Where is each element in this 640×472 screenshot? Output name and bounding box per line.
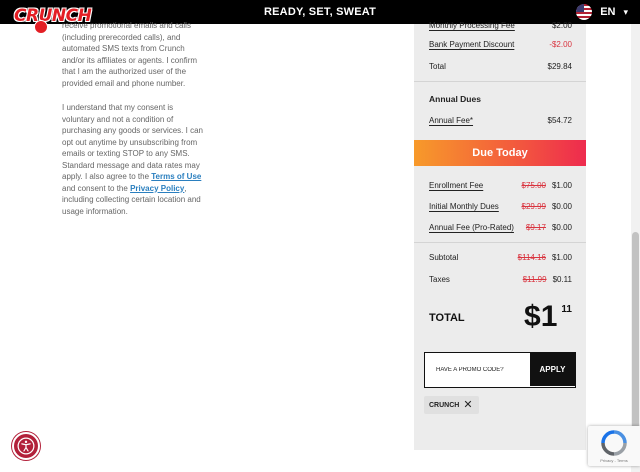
page-scrollbar-track[interactable] <box>631 24 640 472</box>
annual-fee-prorated-row: Annual Fee (Pro-Rated) $9.17 $0.00 <box>429 220 572 234</box>
enrollment-fee-row: Enrollment Fee $75.00 $1.00 <box>429 178 572 192</box>
chevron-down-icon: ▾ <box>623 6 628 17</box>
annual-fee-row: Annual Fee* $54.72 <box>429 113 572 127</box>
initial-monthly-dues-values: $29.99 $0.00 <box>522 202 573 211</box>
subtotal-value: $1.00 <box>551 252 572 262</box>
total-row: Total $29.84 <box>429 59 572 73</box>
monthly-processing-fee-row: Monthly Processing Fee $2.00 <box>429 18 572 32</box>
divider <box>414 81 586 82</box>
terms-of-use-link[interactable]: Terms of Use <box>151 172 201 181</box>
logo-text: CRUNCH <box>14 6 92 26</box>
annual-fee-value: $54.72 <box>547 115 572 125</box>
close-icon[interactable]: ✕ <box>463 399 472 411</box>
annual-fee-prorated-values: $9.17 $0.00 <box>526 223 572 232</box>
logo-emblem-icon <box>34 20 48 34</box>
enrollment-fee-label[interactable]: Enrollment Fee <box>429 181 483 190</box>
accessibility-icon <box>17 437 35 455</box>
grand-total-row: TOTAL $1 11 <box>429 300 572 336</box>
enrollment-fee-original: $75.00 <box>521 180 546 190</box>
due-today-banner: Due Today <box>414 140 586 166</box>
subtotal-label: Subtotal <box>429 252 459 262</box>
applied-promo-code: CRUNCH <box>429 401 460 409</box>
total-value: $29.84 <box>547 61 572 71</box>
annual-fee-label[interactable]: Annual Fee* <box>429 116 473 125</box>
initial-monthly-dues-label[interactable]: Initial Monthly Dues <box>429 202 499 211</box>
subtotal-values: $114.16 $1.00 <box>518 253 572 262</box>
initial-monthly-dues-value: $0.00 <box>551 201 572 211</box>
accessibility-button[interactable] <box>12 432 40 460</box>
bank-discount-row: Bank Payment Discount -$2.00 <box>429 37 572 51</box>
language-selector[interactable]: EN ▾ <box>576 4 628 20</box>
bank-discount-label[interactable]: Bank Payment Discount <box>429 40 514 49</box>
annual-dues-title: Annual Dues <box>429 94 481 104</box>
initial-monthly-dues-row: Initial Monthly Dues $29.99 $0.00 <box>429 199 572 213</box>
consent-text-part: I understand that my consent is voluntar… <box>62 103 203 181</box>
annual-fee-prorated-label[interactable]: Annual Fee (Pro-Rated) <box>429 223 514 232</box>
order-summary-panel: Monthly Processing Fee $2.00 Bank Paymen… <box>414 21 586 450</box>
monthly-processing-fee-value: $2.00 <box>551 20 572 30</box>
taxes-value: $0.11 <box>552 274 572 284</box>
bank-discount-value: -$2.00 <box>549 39 572 49</box>
taxes-original: $11.99 <box>522 274 547 284</box>
monthly-processing-fee-label[interactable]: Monthly Processing Fee <box>429 21 515 30</box>
grand-total-label: TOTAL <box>429 312 465 324</box>
consent-text-part: and consent to the <box>62 183 131 193</box>
grand-total-dollars: $1 <box>524 300 558 333</box>
privacy-policy-link[interactable]: Privacy Policy <box>130 184 184 193</box>
consent-text: receive promotional emails and calls (in… <box>62 21 206 226</box>
taxes-label: Taxes <box>429 274 450 284</box>
promo-code-input[interactable] <box>427 355 527 385</box>
divider <box>414 242 586 243</box>
us-flag-icon <box>576 4 593 20</box>
grand-total-cents: 11 <box>561 304 572 315</box>
page-scrollbar-thumb[interactable] <box>632 232 639 448</box>
total-label: Total <box>429 61 446 71</box>
recaptcha-icon <box>601 430 627 456</box>
consent-paragraph-2: I understand that my consent is voluntar… <box>62 102 206 217</box>
enrollment-fee-value: $1.00 <box>551 180 572 190</box>
enrollment-fee-values: $75.00 $1.00 <box>522 181 573 190</box>
taxes-row: Taxes $11.99 $0.11 <box>429 272 572 286</box>
apply-promo-button[interactable]: APPLY <box>530 353 575 386</box>
annual-fee-prorated-value: $0.00 <box>551 222 572 232</box>
recaptcha-badge[interactable]: Privacy - Terms <box>588 426 640 466</box>
taxes-values: $11.99 $0.11 <box>523 275 572 284</box>
annual-fee-prorated-original: $9.17 <box>525 222 546 232</box>
consent-paragraph-1: receive promotional emails and calls (in… <box>62 21 198 88</box>
language-code: EN <box>600 6 616 18</box>
applied-promo-chip: CRUNCH ✕ <box>424 396 479 414</box>
subtotal-original: $114.16 <box>517 252 546 262</box>
subtotal-row: Subtotal $114.16 $1.00 <box>429 250 572 264</box>
promo-code-form: APPLY <box>424 352 576 388</box>
crunch-logo[interactable]: CRUNCH <box>14 2 92 36</box>
grand-total-amount: $1 11 <box>524 300 572 334</box>
recaptcha-terms[interactable]: Privacy - Terms <box>588 458 640 463</box>
initial-monthly-dues-original: $29.99 <box>521 201 546 211</box>
